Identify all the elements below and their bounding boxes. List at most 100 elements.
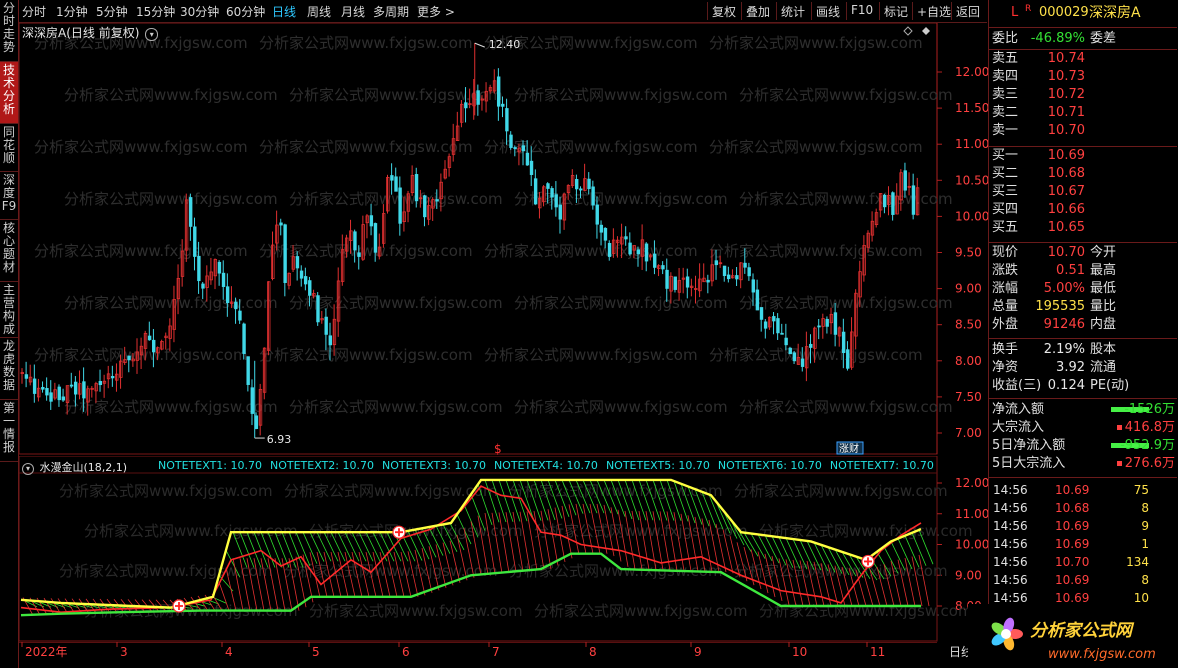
candle-body <box>554 194 558 208</box>
hatch-line-green <box>743 532 759 557</box>
period-tab-1[interactable]: 分时 <box>22 3 46 20</box>
candle-body <box>911 185 916 215</box>
dropdown-chevron-icon[interactable]: ▾ <box>22 463 34 475</box>
period-tab-8[interactable]: 周线 <box>307 3 331 20</box>
ind-tick-label: 9.00 <box>955 568 982 582</box>
candle-body <box>316 295 320 323</box>
tick-price: 10.68 <box>1055 501 1090 515</box>
toolbar-action-7[interactable]: +自选 <box>917 3 951 20</box>
left-tab-5[interactable]: 核心题材 <box>0 220 18 282</box>
toolbar-action-4[interactable]: 画线 <box>816 3 840 20</box>
candle-body <box>353 231 357 251</box>
flow-row: 净流入额 -1526万 <box>989 401 1177 419</box>
candle-body <box>61 396 66 401</box>
toolbar-action-5[interactable]: F10 <box>851 3 873 17</box>
left-tab-4[interactable]: 深度F9 <box>0 172 18 220</box>
candle-body <box>685 276 690 288</box>
bid-price: 10.69 <box>1047 148 1085 163</box>
candle-body <box>41 386 45 390</box>
watermark-text: 分析家公式网www.fxjgsw.com <box>484 242 698 260</box>
candle-body <box>550 188 554 198</box>
x-tick-label: 5 <box>312 645 320 659</box>
candle-body <box>201 283 205 289</box>
candle-body <box>628 242 632 255</box>
toolbar-action-2[interactable]: 叠加 <box>746 3 770 20</box>
candle-body <box>357 252 361 257</box>
left-tab-7[interactable]: 龙虎数据 <box>0 338 18 400</box>
tick-volume: 9 <box>1141 519 1149 533</box>
left-tab-1[interactable]: 分时走势 <box>0 0 18 62</box>
watermark-text: 分析家公式网www.fxjgsw.com <box>259 34 473 52</box>
left-tab-6[interactable]: 主营构成 <box>0 282 18 338</box>
candle-body <box>82 381 86 399</box>
candle-body <box>464 102 468 109</box>
period-tab-6[interactable]: 60分钟 <box>226 3 265 20</box>
candle-body <box>147 335 152 341</box>
left-tab-3[interactable]: 同花顺 <box>0 124 18 172</box>
watermark-text: 分析家公式网www.fxjgsw.com <box>284 482 498 500</box>
divider <box>989 477 1177 478</box>
toolbar-action-6[interactable]: 标记 <box>884 3 908 20</box>
candle-body <box>624 236 628 240</box>
toolbar-separator <box>951 2 952 20</box>
period-tab-5[interactable]: 30分钟 <box>180 3 219 20</box>
indicator-chart[interactable]: 12.0011.0010.009.008.00分析家公式网www.fxjgsw.… <box>19 456 988 642</box>
candle-body <box>743 262 747 268</box>
tick-row: 14:56 10.69 9 <box>989 517 1177 535</box>
candle-body <box>575 179 579 190</box>
tick-volume: 8 <box>1141 501 1149 515</box>
left-tab-8[interactable]: 第一情报 <box>0 400 18 462</box>
flow-label: 大宗流入 <box>992 420 1045 435</box>
candlestick-chart[interactable]: 12.00 11.50 11.00 10.50 10.00 9.50 9.00 8.50 8.0… <box>19 23 988 455</box>
indicator-note-7: NOTETEXT7: 10.70 <box>829 459 934 472</box>
toolbar-action-1[interactable]: 复权 <box>712 3 736 20</box>
tick-volume: 8 <box>1141 573 1149 587</box>
stat-label: 涨跌 <box>992 263 1019 278</box>
bid-price: 10.65 <box>1047 220 1085 235</box>
x-tick-label: 4 <box>225 645 233 659</box>
stat-label: 总量 <box>992 299 1019 314</box>
candle-body <box>636 249 641 255</box>
stat-row: 净资 3.92 流通 <box>989 359 1177 377</box>
price-tick-label: 7.50 <box>955 390 982 404</box>
flow-label: 5日大宗流入 <box>992 456 1066 471</box>
indicator-note-3: NOTETEXT3: 10.70 <box>381 459 486 472</box>
bid-label: 买二 <box>992 166 1019 181</box>
high-price-label: 12.40 <box>489 38 521 51</box>
toolbar-action-3[interactable]: 统计 <box>781 3 805 20</box>
ask-row: 卖四 10.73 <box>989 68 1177 86</box>
period-tab-7[interactable]: 日线 <box>272 3 296 20</box>
period-tab-11[interactable]: 更多 > <box>417 3 455 20</box>
ask-row: 卖二 10.71 <box>989 104 1177 122</box>
period-tab-3[interactable]: 5分钟 <box>96 3 128 20</box>
candle-body <box>423 195 427 218</box>
period-tab-10[interactable]: 多周期 <box>373 3 409 20</box>
candle-body <box>714 260 719 266</box>
flow-bar <box>1117 425 1122 430</box>
toolbar-action-8[interactable]: 返回 <box>956 3 980 20</box>
watermark-text: 分析家公式网www.fxjgsw.com <box>734 482 948 500</box>
candle-body <box>217 261 222 274</box>
candle-body <box>763 321 768 329</box>
dropdown-chevron-icon[interactable]: ▾ <box>145 28 159 41</box>
candle-body <box>110 376 115 379</box>
candle-body <box>673 276 677 290</box>
stat-value: 195535 <box>1035 299 1085 314</box>
period-tab-2[interactable]: 1分钟 <box>56 3 88 20</box>
candle-body <box>250 387 254 414</box>
stat-row: 换手 2.19% 股本 <box>989 341 1177 359</box>
watermark-text: 分析家公式网www.fxjgsw.com <box>514 398 728 416</box>
candle-body <box>254 415 259 429</box>
period-tab-9[interactable]: 月线 <box>341 3 365 20</box>
tick-time: 14:56 <box>993 537 1028 551</box>
bid-price: 10.67 <box>1047 184 1085 199</box>
toolbar-separator <box>776 2 777 20</box>
weibi-row: 委比 -46.89% 委差 <box>989 30 1177 48</box>
flow-row: 5日大宗流入 276.6万 <box>989 455 1177 473</box>
left-tab-2[interactable]: 技术分析 <box>0 62 18 124</box>
stat-label: 外盘 <box>992 317 1019 332</box>
period-tab-4[interactable]: 15分钟 <box>136 3 175 20</box>
candle-body <box>373 223 378 253</box>
logo-url: www.fxjgsw.com <box>1048 647 1156 662</box>
x-tick-label: 7 <box>492 645 500 659</box>
